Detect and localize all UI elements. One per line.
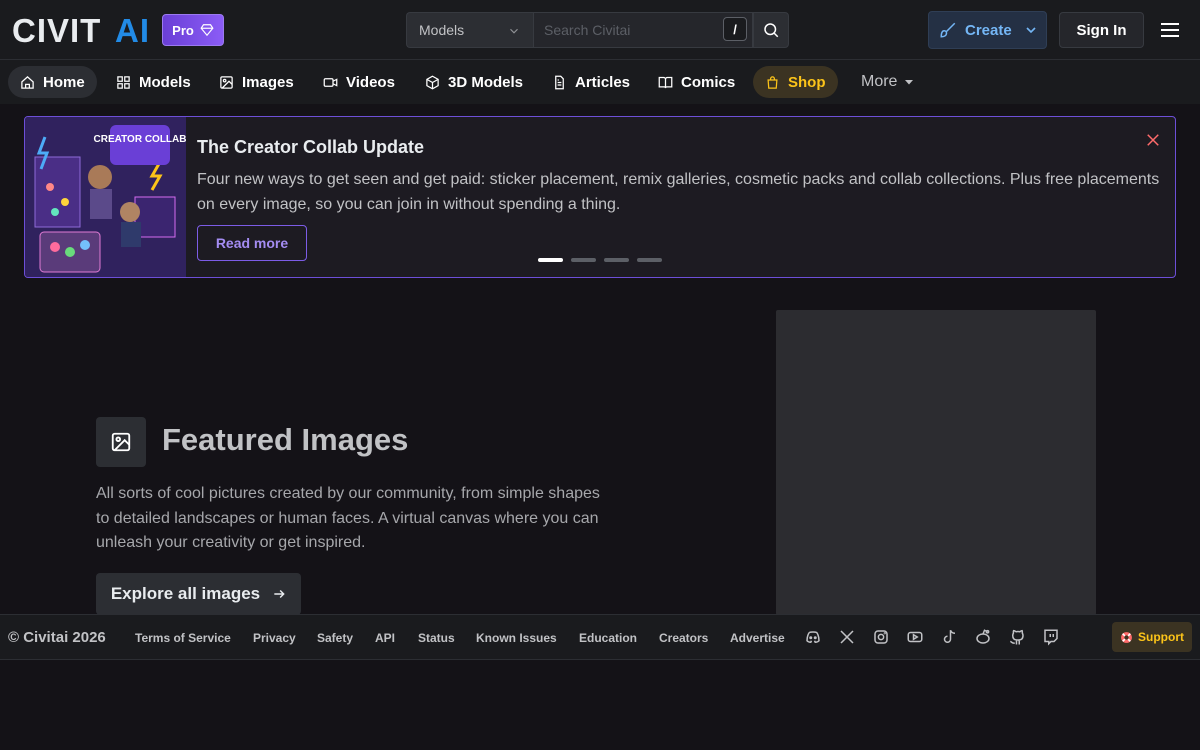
nav-item-home[interactable]: Home (8, 66, 97, 98)
create-main-button[interactable]: Create (929, 12, 1016, 48)
nav-item-models[interactable]: Models (104, 66, 203, 98)
reddit-icon[interactable] (974, 628, 992, 646)
sign-in-button[interactable]: Sign In (1059, 12, 1144, 48)
caret-down-icon (905, 80, 914, 85)
search-category-value: Models (419, 22, 465, 38)
x-icon[interactable] (838, 628, 856, 646)
nav-item-3d-models[interactable]: 3D Models (413, 66, 535, 98)
banner-title: The Creator Collab Update (197, 137, 425, 157)
footer-link-advertise[interactable]: Advertise (730, 631, 785, 645)
featured-images-icon-box (96, 417, 146, 467)
pro-badge[interactable]: Pro (162, 14, 224, 46)
read-more-button[interactable]: Read more (197, 225, 307, 261)
chevron-down-icon (1026, 27, 1036, 34)
youtube-icon[interactable] (906, 628, 924, 646)
footer-link-known-issues[interactable]: Known Issues (476, 631, 557, 645)
carousel-dot[interactable] (571, 258, 596, 262)
main-nav: Home Models Images Videos 3D Models Arti… (0, 60, 1200, 104)
nav-more-label: More (861, 73, 898, 90)
copyright: © Civitai 2026 (8, 629, 106, 646)
hamburger-menu-icon[interactable] (1158, 18, 1182, 42)
create-label: Create (965, 21, 1012, 39)
nav-item-label: Videos (346, 73, 395, 91)
civitai-logo[interactable]: CIVIT AI (12, 15, 152, 45)
explore-label: Explore all images (110, 584, 261, 603)
announcement-banner: CREATOR COLLAB The Creator Collab Update… (24, 116, 1176, 278)
footer-link-creators[interactable]: Creators (659, 631, 708, 645)
search-input[interactable] (533, 12, 753, 48)
search-category-select[interactable]: Models (406, 12, 533, 48)
nav-item-comics[interactable]: Comics (646, 66, 747, 98)
close-icon[interactable] (1144, 131, 1162, 149)
diamond-icon (200, 24, 214, 37)
support-label: Support (1138, 630, 1184, 644)
instagram-icon[interactable] (872, 628, 890, 646)
nav-item-label: 3D Models (448, 73, 524, 91)
nav-item-images[interactable]: Images (207, 66, 306, 98)
banner-image-text: CREATOR COLLAB (94, 134, 186, 145)
arrow-right-icon (274, 589, 285, 599)
search-button[interactable] (753, 12, 789, 48)
cube-icon (426, 75, 439, 89)
tiktok-icon[interactable] (940, 628, 958, 646)
footer-link-status[interactable]: Status (418, 631, 455, 645)
github-icon[interactable] (1008, 628, 1026, 646)
carousel-dot[interactable] (604, 258, 629, 262)
nav-item-shop[interactable]: Shop (753, 66, 838, 98)
article-icon (555, 75, 564, 89)
twitch-icon[interactable] (1042, 628, 1060, 646)
create-button[interactable]: Create (928, 11, 1047, 49)
lifebuoy-icon (1121, 631, 1132, 643)
carousel-dot[interactable] (538, 258, 563, 262)
svg-text:AI: AI (115, 15, 150, 45)
nav-item-label: Models (139, 73, 191, 91)
pro-label: Pro (172, 22, 194, 38)
featured-title: Featured Images (162, 422, 409, 457)
nav-item-label: Images (242, 73, 294, 91)
footer-link-privacy[interactable]: Privacy (253, 631, 296, 645)
banner-image: CREATOR COLLAB (25, 117, 186, 277)
nav-item-label: Home (43, 73, 85, 91)
search-bar: Models / (406, 12, 789, 48)
footer-link-education[interactable]: Education (579, 631, 637, 645)
create-dropdown-toggle[interactable] (1016, 12, 1046, 48)
creator-collab-illustration: CREATOR COLLAB (25, 117, 186, 277)
nav-item-articles[interactable]: Articles (540, 66, 642, 98)
search-shortcut-key: / (723, 17, 747, 41)
header: CIVIT AI Pro Models / Create Sign In (0, 0, 1200, 60)
footer-link-safety[interactable]: Safety (317, 631, 353, 645)
footer-link-api[interactable]: API (375, 631, 395, 645)
book-icon (658, 76, 673, 88)
image-icon (220, 75, 233, 89)
chevron-down-icon (510, 28, 518, 34)
search-icon (764, 23, 779, 38)
nav-item-videos[interactable]: Videos (311, 66, 407, 98)
home-icon (21, 75, 34, 89)
featured-description: All sorts of cool pictures created by ou… (96, 485, 600, 551)
featured-image-placeholder[interactable] (776, 310, 1096, 615)
carousel-dots (538, 258, 662, 262)
nav-item-label: Shop (788, 73, 826, 91)
discord-icon[interactable] (804, 628, 822, 646)
video-icon (323, 77, 338, 87)
shopping-bag-icon (767, 75, 778, 89)
image-icon (111, 432, 131, 452)
nav-item-label: Comics (681, 73, 736, 91)
models-icon (117, 75, 130, 89)
explore-all-images-button[interactable]: Explore all images (96, 573, 301, 615)
nav-item-label: Articles (575, 73, 631, 91)
footer: © Civitai 2026 Terms of Service Privacy … (0, 614, 1200, 660)
carousel-dot[interactable] (637, 258, 662, 262)
svg-text:CIVIT: CIVIT (12, 15, 101, 45)
banner-text: Four new ways to get seen and get paid: … (197, 171, 1160, 213)
brush-icon (940, 22, 956, 38)
nav-more-dropdown[interactable]: More (861, 66, 915, 98)
footer-link-terms[interactable]: Terms of Service (135, 631, 231, 645)
support-button[interactable]: Support (1112, 622, 1192, 652)
